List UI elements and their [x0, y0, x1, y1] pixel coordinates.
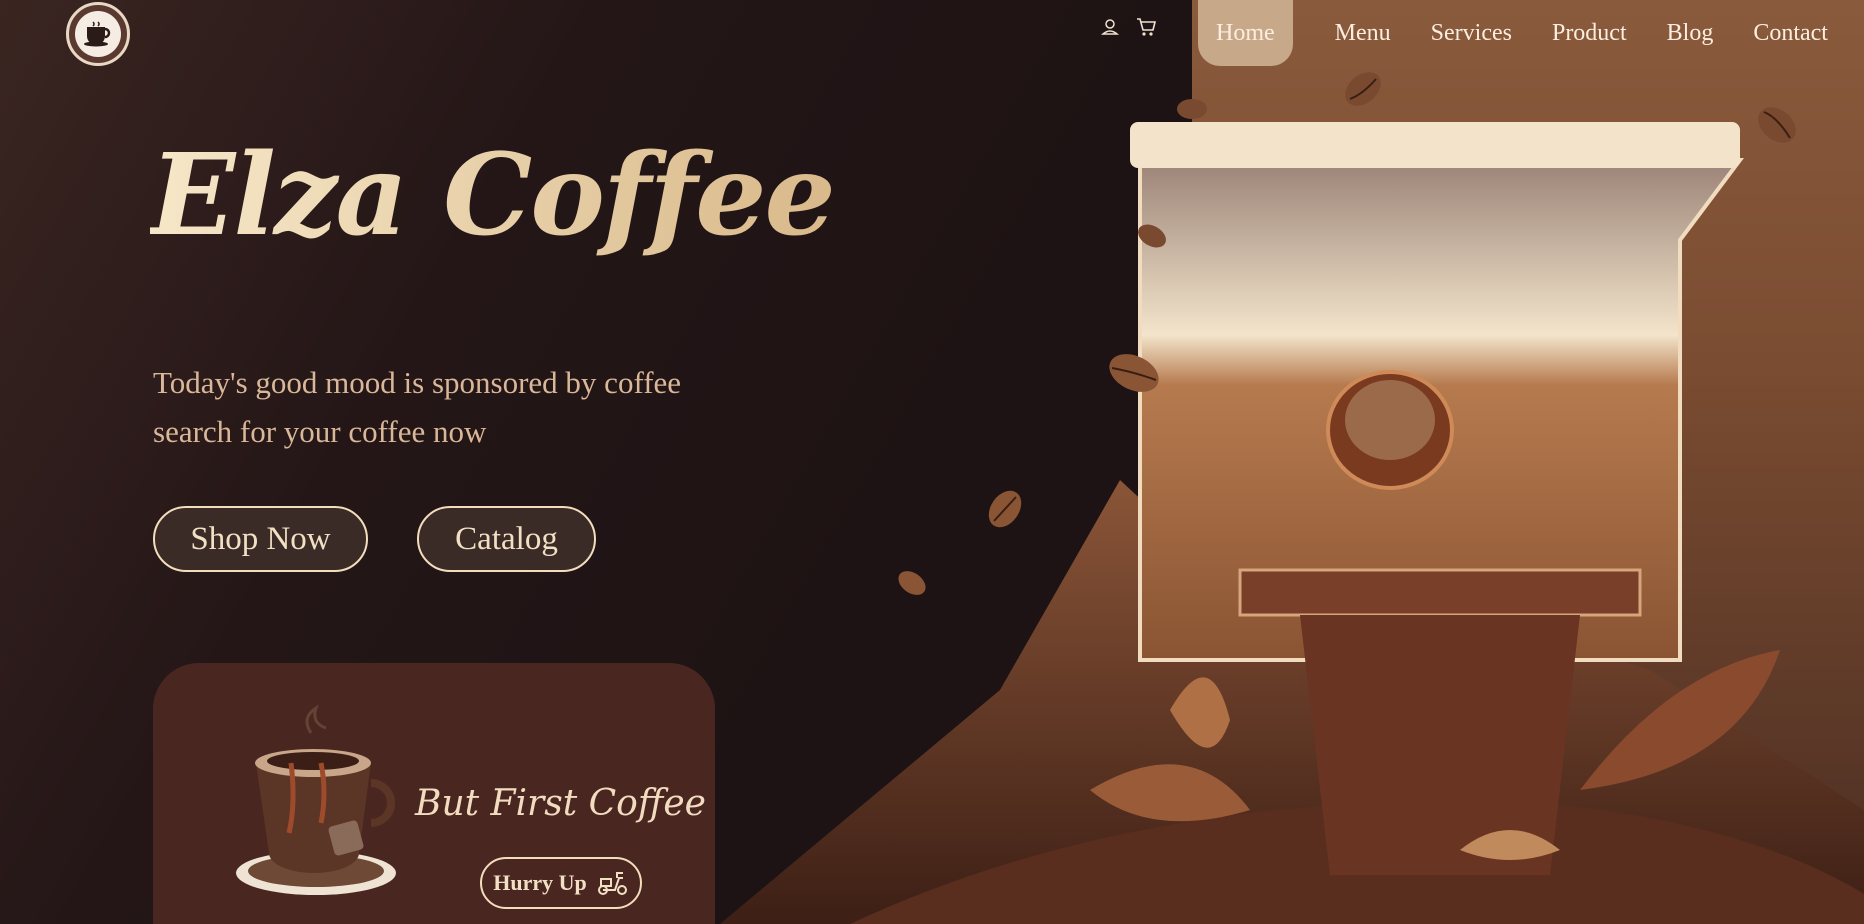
- hero-tagline: Today's good mood is sponsored by coffee…: [153, 358, 681, 456]
- brand-logo[interactable]: [66, 2, 130, 66]
- shop-now-button[interactable]: Shop Now: [153, 506, 368, 572]
- coffee-grinder-illustration: [720, 122, 1864, 924]
- coffee-bean-decoration: [1758, 107, 1796, 143]
- hurry-up-button[interactable]: Hurry Up: [480, 857, 642, 909]
- tagline-line-2: search for your coffee now: [153, 414, 487, 449]
- coffee-bean-decoration: [898, 571, 926, 595]
- cart-icon[interactable]: [1135, 16, 1157, 38]
- coffee-cup-icon: [75, 11, 121, 57]
- coffee-bean-decoration: [1138, 224, 1166, 248]
- coffee-bean-decoration: [1109, 354, 1159, 392]
- tagline-line-1: Today's good mood is sponsored by coffee: [153, 365, 682, 400]
- hurry-up-label: Hurry Up: [493, 870, 587, 895]
- scooter-icon: [597, 872, 627, 895]
- promo-title: But First Coffee: [415, 783, 706, 824]
- coffee-bean-decoration: [1345, 72, 1381, 106]
- user-icon[interactable]: [1099, 16, 1121, 38]
- catalog-button[interactable]: Catalog: [417, 506, 596, 572]
- coffee-bean-decoration: [988, 490, 1022, 528]
- coffee-cup-illustration: [236, 704, 396, 895]
- promo-card: But First Coffee Hurry Up: [153, 663, 715, 924]
- coffee-bean-decoration: [1177, 99, 1207, 119]
